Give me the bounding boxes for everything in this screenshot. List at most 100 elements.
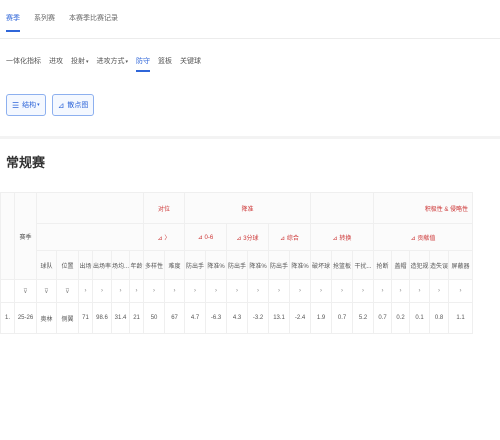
col-g2-fg[interactable]: 防出手 xyxy=(226,250,249,280)
group-defense: 降准 xyxy=(184,192,312,224)
filter-arrow-icon[interactable]: › xyxy=(268,279,291,303)
stats-table-wrapper[interactable]: 赛季 对位 降准 积极性 & 侵略性 ⊿ 〉 ⊿ 0-6 ⊿ 3分球 ⊿ 综合 … xyxy=(0,192,500,370)
col-age[interactable]: 年龄 xyxy=(129,250,145,280)
scatter-plot-button[interactable]: ⊿ 散点图 xyxy=(51,94,95,116)
cell-g1-fg: 4.7 xyxy=(184,302,207,334)
filter-arrow-icon[interactable]: › xyxy=(91,279,113,303)
filter-arrow-icon[interactable]: › xyxy=(143,279,166,303)
cell-g3-rate: -2.4 xyxy=(289,302,312,334)
filter-arrow-icon[interactable]: › xyxy=(184,279,207,303)
filter-arrow-icon[interactable]: › xyxy=(247,279,270,303)
filter-arrow-icon[interactable]: › xyxy=(78,279,93,303)
filter-arrow-icon[interactable]: › xyxy=(373,279,393,303)
col-season[interactable]: 赛季 xyxy=(14,192,37,280)
cell-g1-rate: -6.3 xyxy=(205,302,228,334)
filter-arrow-icon[interactable]: › xyxy=(391,279,411,303)
subtab-rebounding[interactable]: 篮板 xyxy=(158,50,172,74)
filter-arrow-icon[interactable]: › xyxy=(310,279,333,303)
col-g5-b[interactable]: 盖帽 xyxy=(391,250,411,280)
chevron-down-icon: ▾ xyxy=(125,59,129,65)
col-difficulty[interactable]: 难度 xyxy=(164,250,186,280)
row-index: 1. xyxy=(0,302,15,334)
tab-series[interactable]: 系列赛 xyxy=(34,0,55,38)
col-start-rate[interactable]: 出场率 xyxy=(91,250,113,280)
group-basic xyxy=(35,192,145,224)
col-minutes[interactable]: 场均... xyxy=(111,250,131,280)
subgroup-overall[interactable]: ⊿ 综合 xyxy=(268,223,312,251)
col-g3-rate[interactable]: 降准% xyxy=(289,250,312,280)
col-g5-c[interactable]: 造犯规 xyxy=(409,250,431,280)
page-title: 常规赛 xyxy=(6,155,46,170)
chevron-down-icon: ▾ xyxy=(86,59,89,65)
col-g4-c[interactable]: 干扰... xyxy=(352,250,375,280)
col-g2-rate[interactable]: 降准% xyxy=(247,250,270,280)
filter-arrow-icon[interactable]: › xyxy=(448,279,474,303)
filter-icon[interactable]: ⊽ xyxy=(14,279,37,303)
chevron-down-icon: ▾ xyxy=(37,102,40,108)
scatter-button-label: 散点图 xyxy=(67,102,89,109)
col-g5-e[interactable]: 屏蔽器 xyxy=(448,250,474,280)
filter-arrow-icon[interactable]: › xyxy=(111,279,131,303)
cell-start-rate: 98.6 xyxy=(91,302,113,334)
tab-season-game-log[interactable]: 本赛季比赛记录 xyxy=(69,0,118,38)
subgroup-0-6[interactable]: ⊿ 0-6 xyxy=(184,223,228,251)
subtab-offense-type[interactable]: 进攻方式▾ xyxy=(97,50,129,74)
filter-arrow-icon[interactable]: › xyxy=(409,279,431,303)
filter-cell-empty xyxy=(0,279,15,303)
col-position[interactable]: 位置 xyxy=(56,250,79,280)
subtab-clutch[interactable]: 关键球 xyxy=(180,50,201,74)
subgroup-transition[interactable]: ⊿ 转换 xyxy=(310,223,375,251)
col-g4-a[interactable]: 破坏球 xyxy=(310,250,333,280)
col-g1-rate[interactable]: 降准% xyxy=(205,250,228,280)
subgroup-contribution[interactable]: ⊿ 贡献值 xyxy=(373,223,474,251)
cell-position: 侧翼 xyxy=(56,302,79,334)
filter-arrow-icon[interactable]: › xyxy=(226,279,249,303)
group-matchup: 对位 xyxy=(143,192,186,224)
filter-icon[interactable]: ⊽ xyxy=(56,279,79,303)
col-g1-fg[interactable]: 防出手 xyxy=(184,250,207,280)
cell-g5-e: 1.1 xyxy=(448,302,474,334)
cell-g4-b: 0.7 xyxy=(331,302,354,334)
filter-arrow-icon[interactable]: › xyxy=(289,279,312,303)
subgroup-3pt[interactable]: ⊿ 3分球 xyxy=(226,223,270,251)
col-versatility[interactable]: 多样性 xyxy=(143,250,166,280)
cell-g4-a: 1.9 xyxy=(310,302,333,334)
filter-arrow-icon[interactable]: › xyxy=(164,279,186,303)
cell-versatility: 50 xyxy=(143,302,166,334)
subtab-offense[interactable]: 进攻 xyxy=(49,50,63,74)
sub-tab-bar: 一体化指标 进攻 投射▾ 进攻方式▾ 防守 篮板 关键球 xyxy=(0,50,500,74)
subgroup-matchup[interactable]: ⊿ 〉 xyxy=(143,223,186,251)
filter-arrow-icon[interactable]: › xyxy=(205,279,228,303)
cell-g5-b: 0.2 xyxy=(391,302,411,334)
scatter-chart-icon: ⊿ xyxy=(57,100,65,110)
filter-arrow-icon[interactable]: › xyxy=(129,279,145,303)
subtab-defense[interactable]: 防守 xyxy=(136,50,151,74)
structure-button[interactable]: ☰ 结构 ▾ xyxy=(6,94,46,116)
tab-season[interactable]: 赛季 xyxy=(6,0,20,38)
filter-arrow-icon[interactable]: › xyxy=(352,279,375,303)
col-g3-fg[interactable]: 防出手 xyxy=(268,250,291,280)
group-spacer xyxy=(310,192,375,224)
cell-difficulty: 67 xyxy=(164,302,186,334)
subgroup-basic xyxy=(35,223,145,251)
cell-g2-rate: -3.2 xyxy=(247,302,270,334)
filter-arrow-icon[interactable]: › xyxy=(331,279,354,303)
subtab-integrated-metrics[interactable]: 一体化指标 xyxy=(6,50,41,74)
subtab-shooting[interactable]: 投射▾ xyxy=(71,50,89,74)
filter-arrow-icon[interactable]: › xyxy=(429,279,450,303)
list-icon: ☰ xyxy=(12,100,20,110)
row-index-header xyxy=(0,192,15,280)
team-link[interactable]: 奥林 xyxy=(36,302,57,334)
filter-icon[interactable]: ⊽ xyxy=(36,279,57,303)
col-team[interactable]: 球队 xyxy=(36,250,57,280)
col-games[interactable]: 出场 xyxy=(78,250,93,280)
group-activity: 积极性 & 侵略性 xyxy=(373,192,474,224)
cell-games: 71 xyxy=(78,302,93,334)
col-g5-d[interactable]: 造失误 xyxy=(429,250,450,280)
table-row: 1. 25-26 奥林 侧翼 71 98.6 31.4 21 50 67 4.7… xyxy=(0,302,474,334)
season-link[interactable]: 25-26 xyxy=(14,302,37,334)
cell-g5-c: 0.1 xyxy=(409,302,431,334)
col-g5-a[interactable]: 抢断 xyxy=(373,250,393,280)
top-tab-bar: 赛季 系列赛 本赛季比赛记录 xyxy=(0,0,500,39)
col-g4-b[interactable]: 抢篮板 xyxy=(331,250,354,280)
